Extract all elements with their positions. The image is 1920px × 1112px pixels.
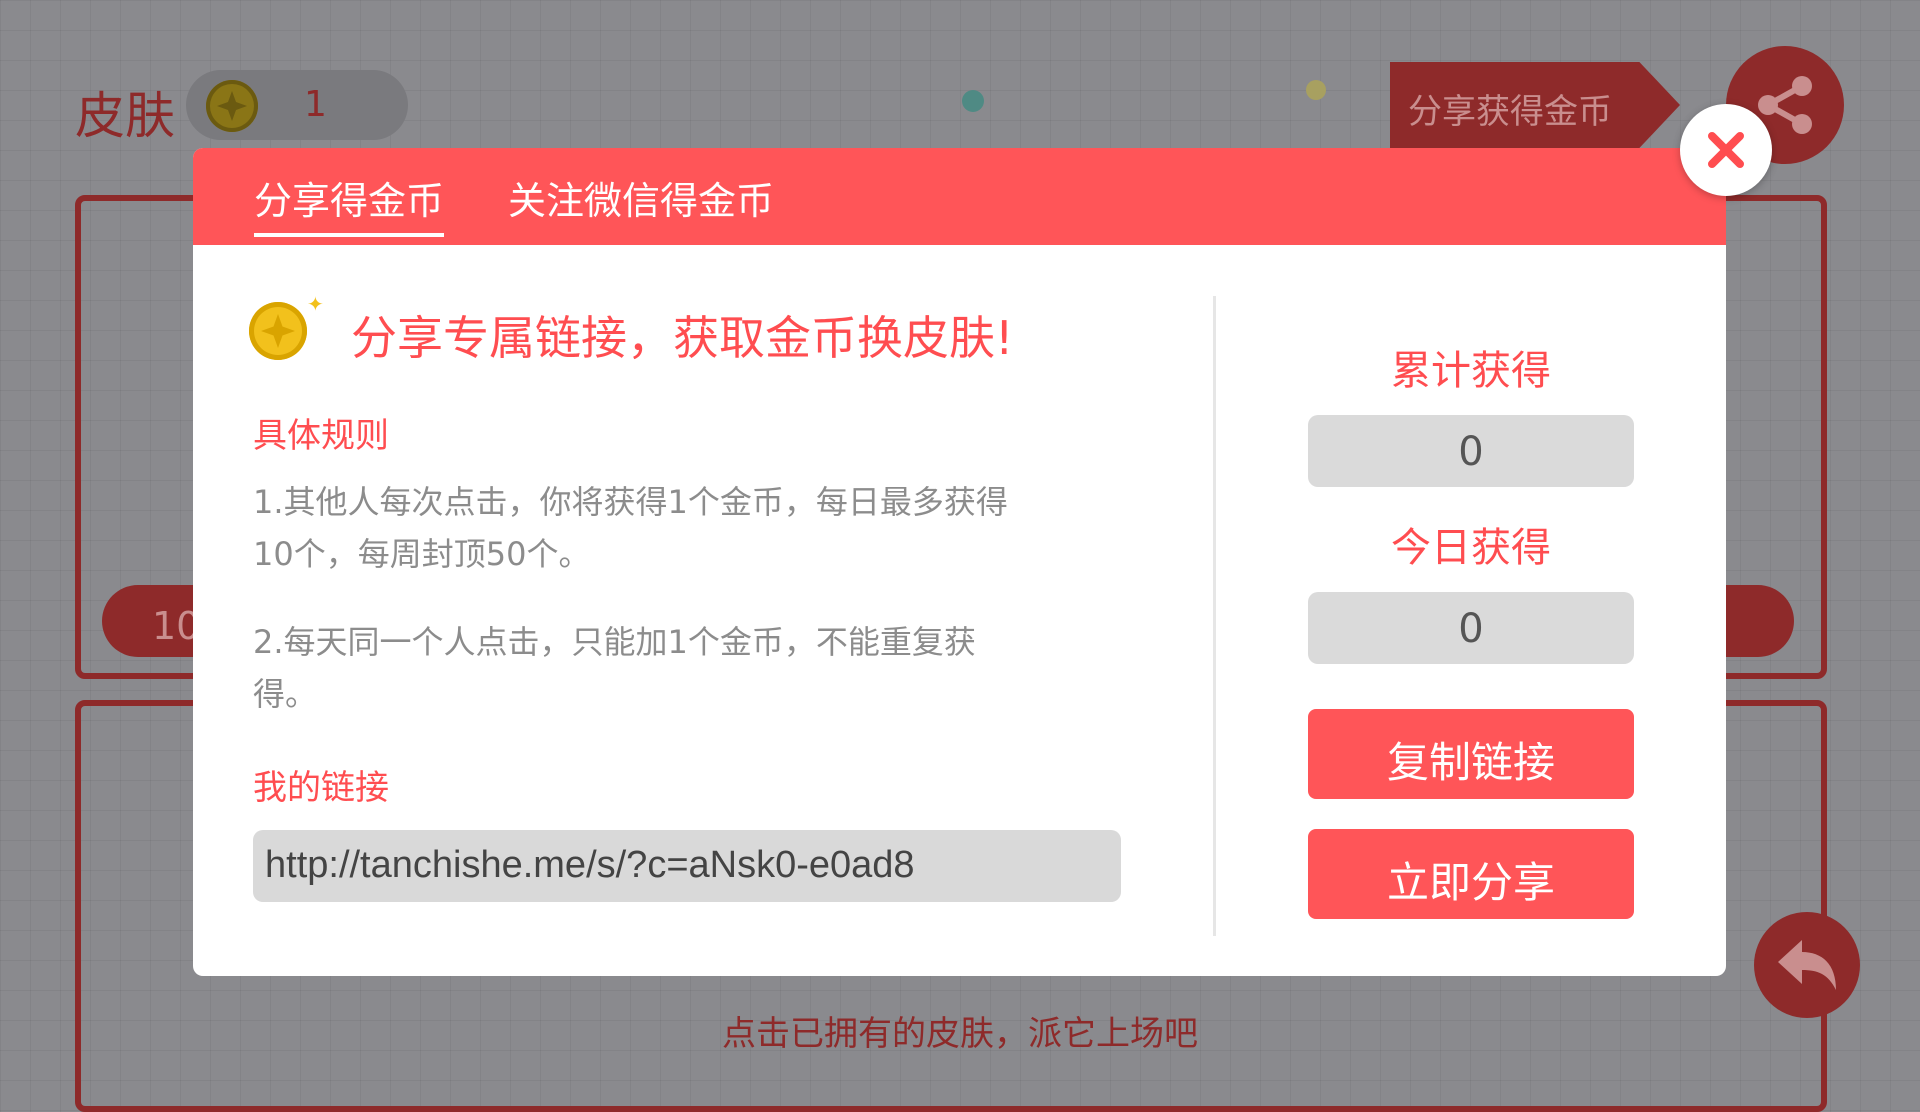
food-dot <box>962 90 984 112</box>
total-earned-label: 累计获得 <box>1391 348 1551 394</box>
sparkle-icon: ✦ <box>307 292 324 316</box>
tab-share-coins[interactable]: 分享得金币 <box>254 170 445 237</box>
share-reward-tag-label: 分享获得金币 <box>1408 92 1612 132</box>
my-link-value: http://tanchishe.me/s/?c=aNsk0-e0ad8 <box>265 844 915 886</box>
total-earned-value: 0 <box>1458 429 1484 475</box>
page-title: 皮肤 <box>75 87 175 145</box>
tab-follow-wechat-coins[interactable]: 关注微信得金币 <box>508 170 774 225</box>
total-earned-box: 0 <box>1308 415 1634 487</box>
rules-title: 具体规则 <box>253 416 389 456</box>
dialog-headline: 分享专属链接，获取金币换皮肤! <box>351 311 1014 365</box>
bottom-hint: 点击已拥有的皮肤，派它上场吧 <box>722 1014 1198 1054</box>
back-icon <box>1778 940 1836 990</box>
today-earned-label: 今日获得 <box>1391 525 1551 571</box>
share-now-button[interactable]: 立即分享 <box>1308 829 1634 919</box>
my-link-field[interactable]: http://tanchishe.me/s/?c=aNsk0-e0ad8 <box>253 830 1121 902</box>
today-earned-box: 0 <box>1308 592 1634 664</box>
rule-item: 2.每天同一个人点击，只能加1个金币，不能重复获得。 <box>253 623 976 713</box>
coin-balance: 1 <box>186 70 408 140</box>
share-now-button-label: 立即分享 <box>1386 858 1555 907</box>
copy-link-button-label: 复制链接 <box>1386 738 1555 787</box>
share-reward-tag[interactable]: 分享获得金币 <box>1390 62 1680 148</box>
rule-item: 1.其他人每次点击，你将获得1个金币，每日最多获得10个，每周封顶50个。 <box>253 483 1008 573</box>
food-dot <box>1306 80 1326 100</box>
close-icon <box>1708 132 1744 168</box>
coin-count: 1 <box>304 84 327 125</box>
coin-icon <box>206 80 258 132</box>
close-dialog-button[interactable] <box>1680 104 1772 196</box>
coin-icon <box>249 302 307 360</box>
dialog-tab-bar: 分享得金币 关注微信得金币 <box>193 148 1726 245</box>
share-coins-dialog: 分享得金币 关注微信得金币 ✦ 分享专属链接，获取金币换皮肤! 具体规则 1.其… <box>193 148 1726 976</box>
my-link-label: 我的链接 <box>253 768 389 808</box>
copy-link-button[interactable]: 复制链接 <box>1308 709 1634 799</box>
back-button[interactable] <box>1754 912 1860 1018</box>
today-earned-value: 0 <box>1458 606 1484 652</box>
divider <box>1213 296 1216 936</box>
